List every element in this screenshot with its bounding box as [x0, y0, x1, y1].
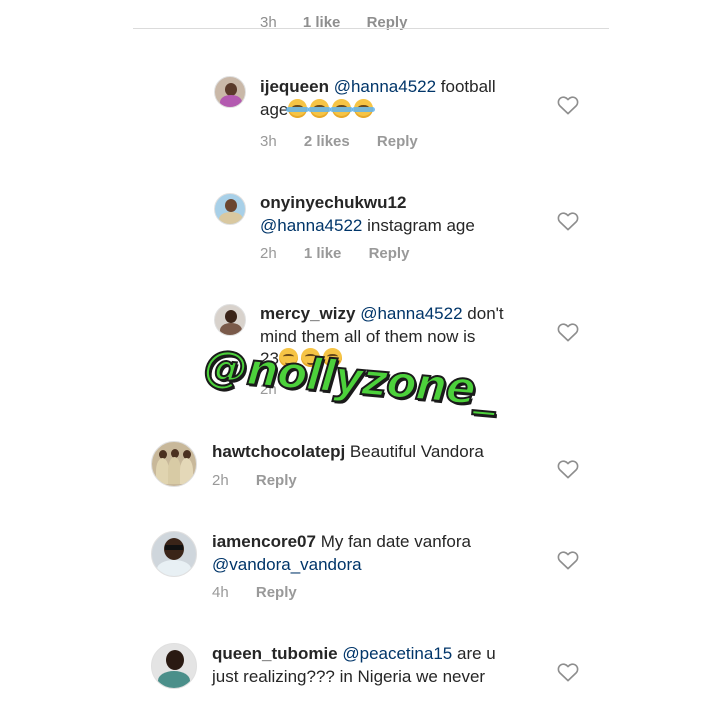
comment-text: iamencore07 My fan date vanfora @vandora…	[212, 531, 532, 576]
avatar[interactable]	[214, 193, 246, 225]
heart-outline-icon[interactable]	[557, 95, 579, 115]
reply-button[interactable]: Reply	[256, 584, 297, 601]
comment-text: ijequeen @hanna4522 football age	[260, 76, 540, 121]
reply-button[interactable]: Reply	[377, 133, 418, 150]
comment-meta: 3h 2 likes Reply	[260, 133, 418, 150]
reply-button[interactable]: Reply	[256, 472, 297, 489]
comment-body: just realizing??? in Nigeria we never	[212, 666, 486, 686]
tears-of-joy-emoji-icon	[286, 98, 310, 118]
comment-body: mind them all of them now is	[260, 326, 476, 346]
comment-body: My fan date vanfora	[320, 532, 471, 551]
comment-username[interactable]: hawtchocolatepj	[212, 442, 345, 461]
comment-time: 2h	[260, 245, 277, 262]
comment-username[interactable]: ijequeen	[260, 77, 329, 96]
comment-username[interactable]: mercy_wizy	[260, 304, 355, 323]
comment-mention[interactable]: @peacetina15	[342, 644, 452, 663]
heart-outline-icon[interactable]	[557, 459, 579, 479]
comment-username[interactable]: queen_tubomie	[212, 644, 338, 663]
comment-text: onyinyechukwu12 @hanna4522 instagram age	[260, 192, 540, 237]
bottom-cutoff	[0, 690, 720, 720]
heart-outline-icon[interactable]	[557, 662, 579, 682]
heart-outline-icon[interactable]	[557, 211, 579, 231]
tears-of-joy-emoji-icon	[308, 98, 332, 118]
comment-body: instagram age	[367, 215, 475, 235]
comment-mention[interactable]: @vandora_vandora	[212, 555, 362, 574]
comment-meta: 4h Reply	[212, 584, 297, 601]
comment-mention[interactable]: @hanna4522	[260, 216, 362, 235]
comment-meta: 2h 1 like Reply	[260, 245, 409, 262]
comment-text: hawtchocolatepj Beautiful Vandora	[212, 441, 532, 464]
heart-outline-icon[interactable]	[557, 550, 579, 570]
tears-of-joy-emoji-icon	[352, 98, 376, 118]
heart-outline-icon[interactable]	[557, 322, 579, 342]
avatar[interactable]	[151, 643, 197, 689]
tears-of-joy-emoji-icon	[330, 98, 354, 118]
comment-body: are u	[457, 644, 496, 663]
comment-time: 4h	[212, 584, 229, 601]
comment-body: don't	[467, 304, 504, 323]
comment-meta: 2h Reply	[212, 472, 297, 489]
comment-mention[interactable]: @hanna4522	[360, 304, 462, 323]
comment-username[interactable]: onyinyechukwu12	[260, 193, 406, 212]
reply-button[interactable]: Reply	[369, 245, 410, 262]
comment-body: Beautiful Vandora	[349, 442, 484, 461]
comment-body: age	[260, 99, 289, 119]
comment-likes[interactable]: 1 like	[304, 245, 342, 262]
divider	[133, 28, 609, 29]
avatar[interactable]	[214, 304, 246, 336]
comment-body: football	[440, 77, 496, 96]
comment-time: 2h	[212, 472, 229, 489]
comment-time: 3h	[260, 133, 277, 150]
avatar[interactable]	[151, 441, 197, 487]
comment-likes[interactable]: 2 likes	[304, 133, 350, 150]
avatar[interactable]	[151, 531, 197, 577]
comment-mention[interactable]: @hanna4522	[334, 77, 436, 96]
comment-username[interactable]: iamencore07	[212, 532, 316, 551]
avatar[interactable]	[214, 76, 246, 108]
comment-text: queen_tubomie @peacetina15 are u just re…	[212, 643, 532, 688]
